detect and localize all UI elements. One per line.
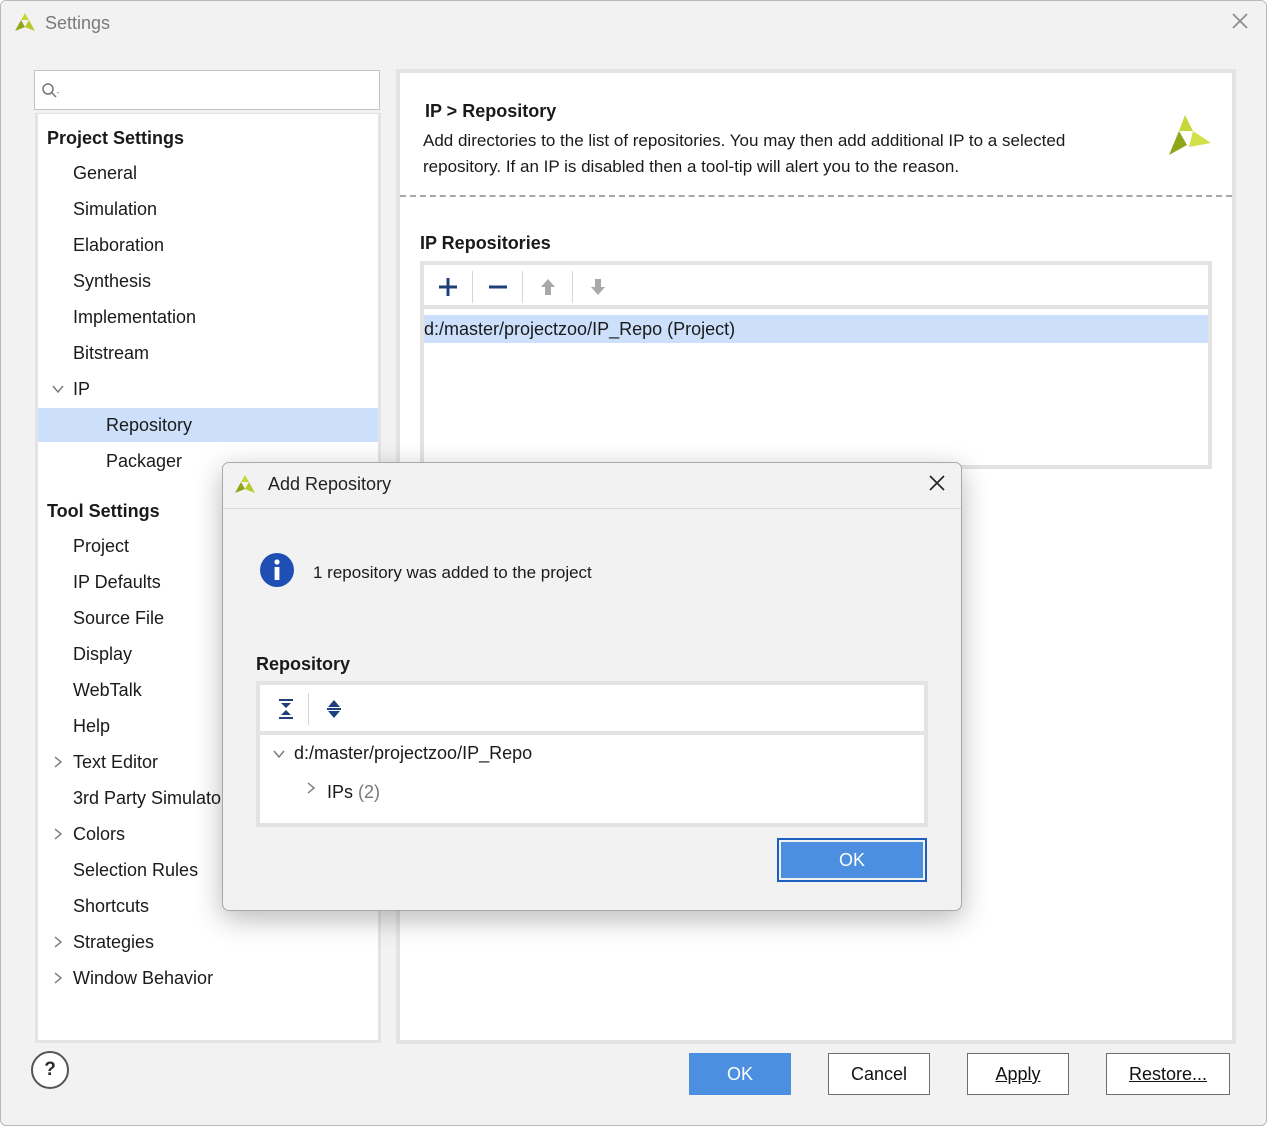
nav-item-general[interactable]: General xyxy=(73,156,137,190)
settings-search-input[interactable] xyxy=(34,70,380,110)
ip-repositories-list: d:/master/projectzoo/IP_Repo (Project) xyxy=(420,261,1212,469)
remove-repository-button[interactable] xyxy=(482,271,514,303)
tree-ips-count: (2) xyxy=(358,782,381,802)
collapse-all-button[interactable] xyxy=(270,693,302,725)
dialog-title-bar: Add Repository xyxy=(223,463,961,509)
collapse-all-icon xyxy=(279,699,293,719)
nav-item-repository[interactable]: Repository xyxy=(38,408,378,442)
nav-item-elaboration[interactable]: Elaboration xyxy=(73,228,164,262)
nav-item-simulation[interactable]: Simulation xyxy=(73,192,157,226)
repository-row[interactable]: d:/master/projectzoo/IP_Repo (Project) xyxy=(424,315,1208,343)
add-repository-dialog: Add Repository 1 repository was added to… xyxy=(222,462,962,911)
apply-button[interactable]: Apply xyxy=(967,1053,1069,1095)
toolbar-separator xyxy=(572,271,573,303)
nav-item-project[interactable]: Project xyxy=(73,529,129,563)
page-description: Add directories to the list of repositor… xyxy=(423,131,1066,176)
window-close-button[interactable] xyxy=(1228,11,1252,35)
nav-item-help[interactable]: Help xyxy=(73,709,110,743)
nav-item-selection-rules[interactable]: Selection Rules xyxy=(73,853,198,887)
move-up-icon xyxy=(541,279,555,295)
page-breadcrumb: IP > Repository xyxy=(425,101,557,121)
dialog-ok-button[interactable]: OK xyxy=(777,838,927,882)
nav-item-implementation[interactable]: Implementation xyxy=(73,300,196,334)
nav-item-synthesis[interactable]: Synthesis xyxy=(73,264,151,298)
toolbar-separator xyxy=(472,271,473,303)
repositories-toolbar xyxy=(424,265,1208,309)
nav-item-strategies[interactable]: Strategies xyxy=(73,925,154,959)
expand-all-icon xyxy=(327,700,341,718)
tool-settings-header: Tool Settings xyxy=(47,501,160,521)
move-down-button[interactable] xyxy=(582,271,614,303)
tree-ips-label: IPs xyxy=(327,782,354,802)
window-title: Settings xyxy=(45,13,111,33)
add-repository-button[interactable] xyxy=(432,271,464,303)
title-bar: Settings xyxy=(1,1,1266,47)
repository-tree: d:/master/projectzoo/IP_Repo IPs (2) xyxy=(256,681,928,827)
add-icon xyxy=(439,278,457,296)
nav-item-window-behavior[interactable]: Window Behavior xyxy=(73,961,213,995)
search-icon xyxy=(42,83,59,98)
nav-item-colors[interactable]: Colors xyxy=(73,817,125,851)
chevron-right-icon[interactable] xyxy=(51,827,65,841)
move-up-button[interactable] xyxy=(532,271,564,303)
vivado-logo-icon xyxy=(1169,115,1211,155)
dialog-title: Add Repository xyxy=(268,474,392,494)
nav-item-ip-defaults[interactable]: IP Defaults xyxy=(73,565,161,599)
nav-item-text-editor[interactable]: Text Editor xyxy=(73,745,158,779)
section-divider xyxy=(400,195,1232,197)
info-icon xyxy=(260,553,294,587)
nav-item-display[interactable]: Display xyxy=(73,637,132,671)
help-button[interactable]: ? xyxy=(31,1051,69,1089)
nav-item-3rd-party-simulators[interactable]: 3rd Party Simulators xyxy=(73,781,236,815)
restore-button[interactable]: Restore... xyxy=(1106,1053,1230,1095)
chevron-right-icon[interactable] xyxy=(51,971,65,985)
remove-icon xyxy=(489,285,507,289)
restore-button-label: Restore... xyxy=(1128,1064,1208,1084)
dialog-close-button[interactable] xyxy=(925,473,949,497)
cancel-button[interactable]: Cancel xyxy=(828,1053,930,1095)
tree-toolbar xyxy=(260,685,924,735)
vivado-logo-icon xyxy=(15,13,35,31)
expand-all-button[interactable] xyxy=(318,693,350,725)
dialog-ok-label: OK xyxy=(781,842,923,878)
chevron-down-icon[interactable] xyxy=(51,382,65,396)
close-icon xyxy=(929,475,945,491)
tree-ips-node[interactable]: IPs (2) xyxy=(327,782,380,803)
chevron-right-icon[interactable] xyxy=(51,935,65,949)
chevron-right-icon[interactable] xyxy=(304,781,318,795)
close-icon xyxy=(1232,13,1248,29)
ip-repositories-label: IP Repositories xyxy=(420,233,551,253)
nav-item-webtalk[interactable]: WebTalk xyxy=(73,673,142,707)
repository-path: d:/master/projectzoo/IP_Repo (Project) xyxy=(424,319,736,339)
vivado-logo-icon xyxy=(235,475,255,493)
project-settings-header: Project Settings xyxy=(47,128,185,148)
chevron-right-icon[interactable] xyxy=(51,755,65,769)
dialog-message: 1 repository was added to the project xyxy=(313,563,592,582)
apply-button-label: Apply xyxy=(995,1064,1041,1084)
chevron-down-icon[interactable] xyxy=(272,747,286,761)
search-field[interactable] xyxy=(63,77,363,103)
toolbar-separator xyxy=(522,271,523,303)
toolbar-separator xyxy=(308,693,309,725)
nav-item-source-file[interactable]: Source File xyxy=(73,601,164,635)
nav-item-shortcuts[interactable]: Shortcuts xyxy=(73,889,149,923)
move-down-icon xyxy=(591,279,605,295)
nav-item-packager[interactable]: Packager xyxy=(106,444,182,478)
repository-section-label: Repository xyxy=(256,654,351,674)
nav-item-ip[interactable]: IP xyxy=(73,372,90,406)
tree-root-node[interactable]: d:/master/projectzoo/IP_Repo xyxy=(294,743,532,764)
ok-button[interactable]: OK xyxy=(689,1053,791,1095)
nav-item-bitstream[interactable]: Bitstream xyxy=(73,336,149,370)
